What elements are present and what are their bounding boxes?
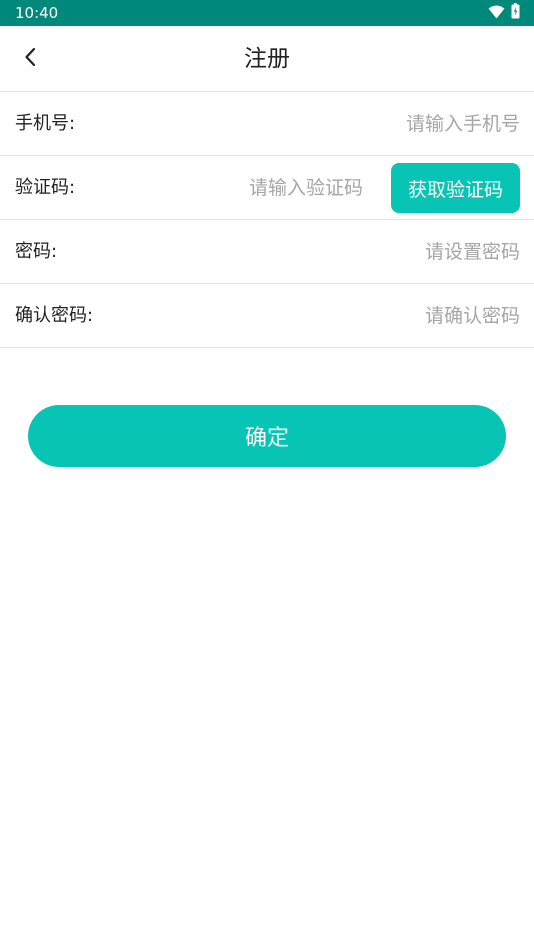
confirm-button[interactable]: 确定 bbox=[28, 405, 506, 467]
password-input[interactable] bbox=[200, 234, 520, 270]
chevron-left-icon bbox=[23, 46, 37, 72]
code-label: 验证码: bbox=[15, 177, 76, 198]
back-button[interactable] bbox=[12, 43, 48, 75]
password-row: 密码: bbox=[0, 220, 534, 284]
code-row: 验证码: 获取验证码 bbox=[0, 156, 534, 220]
confirm-password-input[interactable] bbox=[200, 298, 520, 334]
header: 注册 bbox=[0, 26, 534, 92]
password-label: 密码: bbox=[15, 241, 58, 262]
code-input[interactable] bbox=[140, 170, 363, 206]
get-code-button[interactable]: 获取验证码 bbox=[391, 163, 520, 213]
phone-input[interactable] bbox=[200, 106, 520, 142]
battery-icon bbox=[511, 3, 520, 23]
status-icons bbox=[488, 3, 520, 23]
wifi-icon bbox=[488, 4, 505, 23]
status-bar: 10:40 bbox=[0, 0, 534, 26]
confirm-password-row: 确认密码: bbox=[0, 284, 534, 348]
phone-label: 手机号: bbox=[15, 113, 76, 134]
page-title: 注册 bbox=[244, 46, 290, 72]
phone-row: 手机号: bbox=[0, 92, 534, 156]
status-time: 10:40 bbox=[15, 4, 59, 22]
confirm-password-label: 确认密码: bbox=[15, 305, 94, 326]
